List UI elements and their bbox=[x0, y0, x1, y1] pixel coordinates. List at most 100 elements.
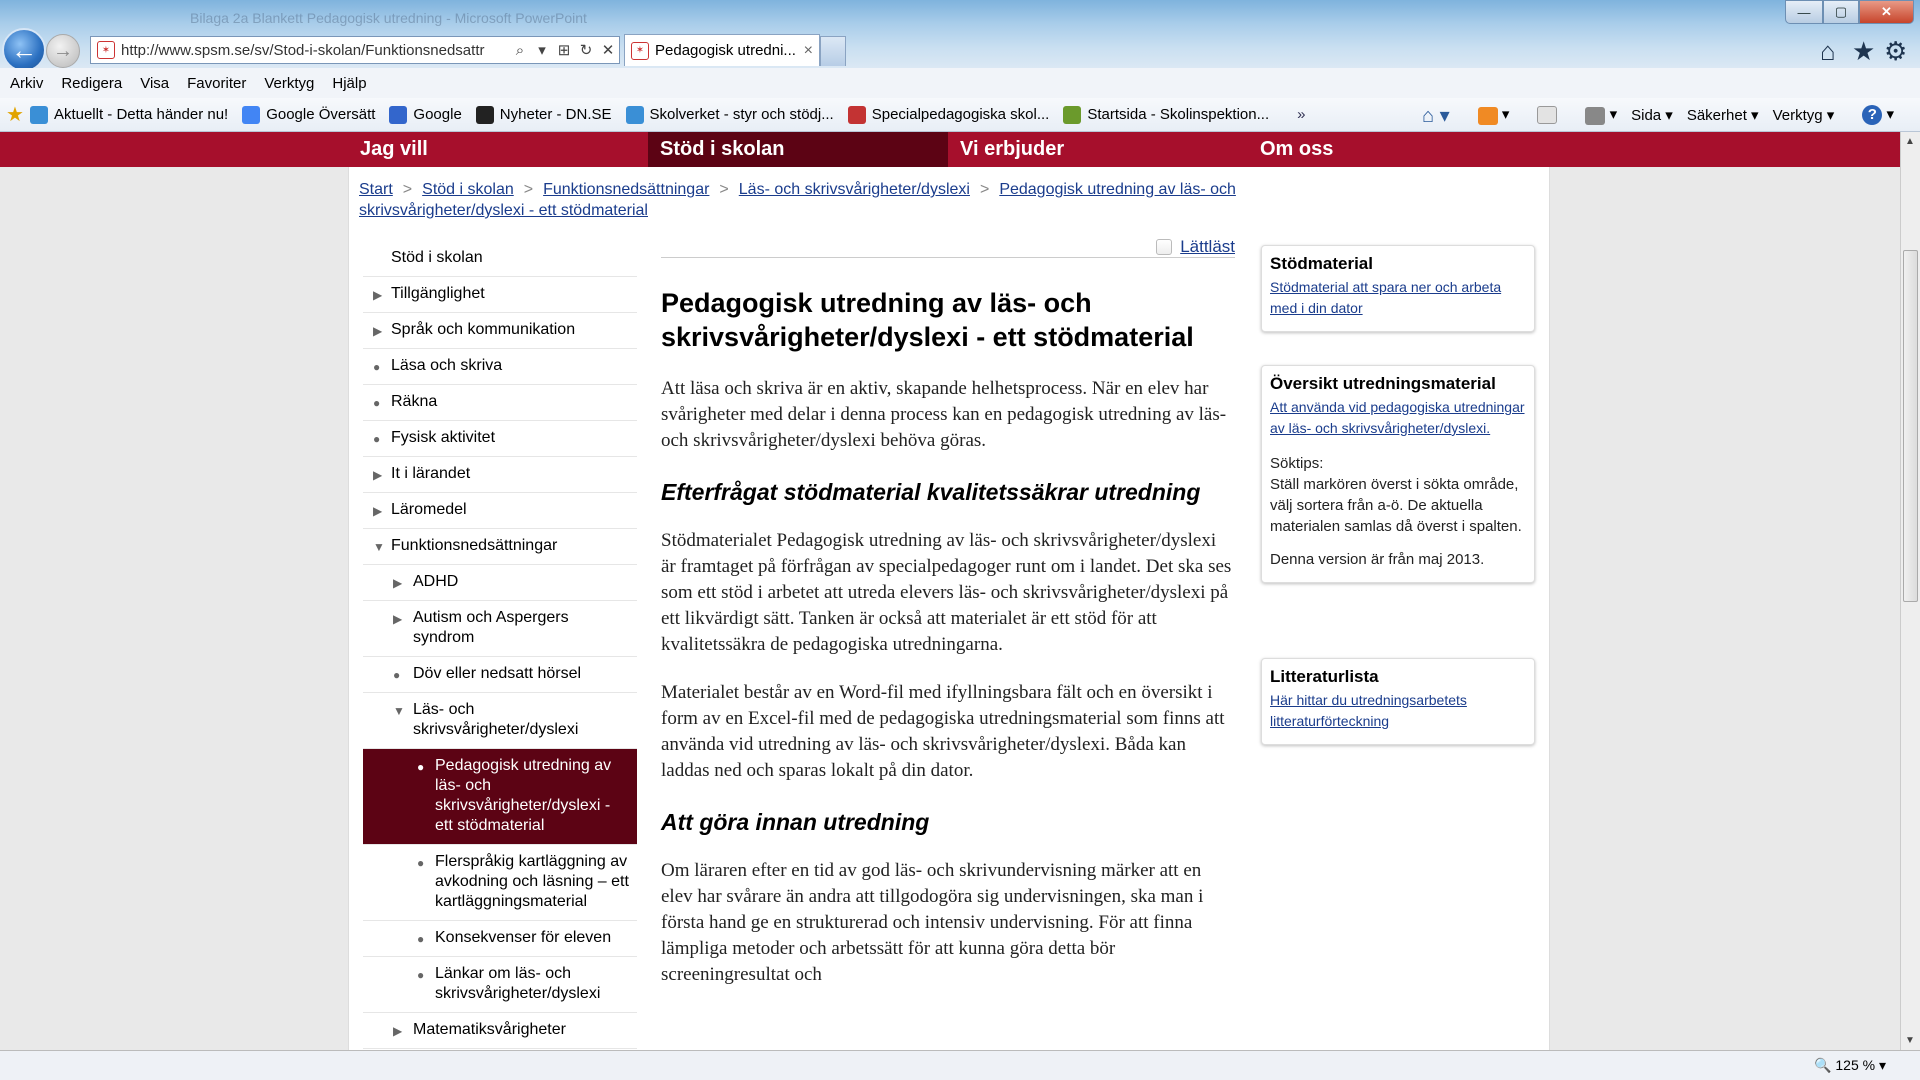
page-body: Start > Stöd i skolan > Funktionsnedsättning… bbox=[348, 167, 1550, 1050]
section-nav-item[interactable]: ▶ Tillgänglighet bbox=[363, 277, 637, 313]
tab-close-icon[interactable]: × bbox=[804, 42, 813, 60]
favorites-star-icon[interactable]: ★ bbox=[6, 102, 24, 127]
safety-menu[interactable]: Säkerhet ▾ bbox=[1687, 106, 1759, 124]
menu-hjalp[interactable]: Hjälp bbox=[322, 75, 374, 92]
section-nav-item[interactable]: ▶ Matematiksvårigheter bbox=[363, 1013, 637, 1049]
section-nav-item[interactable]: Stöd i skolan bbox=[363, 241, 637, 277]
collapsed-arrow-icon: ▶ bbox=[373, 504, 383, 518]
easy-read-link[interactable]: Lättläst bbox=[1180, 237, 1235, 257]
section-heading: Att göra innan utredning bbox=[661, 809, 930, 835]
nav-tab-stod-i-skolan[interactable]: Stöd i skolan bbox=[648, 132, 948, 167]
litteratur-link[interactable]: Här hittar du utredningsarbetets littera… bbox=[1270, 690, 1526, 732]
stodmaterial-box: Stödmaterial Stödmaterial att spara ner … bbox=[1261, 245, 1535, 332]
back-button[interactable]: ← bbox=[2, 28, 46, 72]
vertical-scrollbar[interactable]: ▲ ▼ bbox=[1900, 132, 1920, 1050]
nav-tab-vi-erbjuder[interactable]: Vi erbjuder bbox=[948, 132, 1248, 167]
nav-tab-jag-vill[interactable]: Jag vill bbox=[348, 132, 648, 167]
section-nav-item[interactable]: ● Räkna bbox=[363, 385, 637, 421]
stop-icon[interactable]: ✕ bbox=[597, 41, 619, 59]
scroll-up-icon[interactable]: ▲ bbox=[1905, 136, 1915, 147]
bullet-icon: ● bbox=[373, 432, 381, 446]
favorite-link[interactable]: Google bbox=[389, 105, 462, 124]
scroll-down-icon[interactable]: ▼ bbox=[1905, 1035, 1915, 1046]
collapsed-arrow-icon: ▶ bbox=[393, 576, 403, 590]
zoom-level[interactable]: 🔍 125 % ▾ bbox=[1814, 1057, 1886, 1074]
minimize-button[interactable]: — bbox=[1785, 0, 1823, 24]
section-nav-item[interactable]: ● Pedagogisk utredning av läs- och skrivs… bbox=[363, 749, 637, 845]
section-nav-item[interactable]: ▼ Läs- och skrivsvårigheter/dyslexi bbox=[363, 693, 637, 749]
easy-read-checkbox[interactable] bbox=[1156, 239, 1173, 255]
section-nav-item[interactable]: ▶ Autism och Aspergers syndrom bbox=[363, 601, 637, 657]
menu-favoriter[interactable]: Favoriter bbox=[177, 75, 254, 92]
browser-tab-active[interactable]: ✶ Pedagogisk utredni... × bbox=[624, 34, 820, 66]
breadcrumb-separator: > bbox=[719, 181, 729, 198]
rss-feed-icon[interactable]: ▾ bbox=[1464, 105, 1509, 125]
page-menu[interactable]: Sida ▾ bbox=[1631, 106, 1673, 124]
forward-button[interactable]: → bbox=[46, 34, 80, 68]
maximize-button[interactable]: ▢ bbox=[1823, 0, 1859, 24]
favorite-link[interactable]: Nyheter - DN.SE bbox=[475, 105, 612, 124]
search-icon[interactable]: ⌕ bbox=[509, 42, 531, 59]
section-nav-label: Fysisk aktivitet bbox=[391, 429, 496, 446]
section-nav-item[interactable]: ▶ Läromedel bbox=[363, 493, 637, 529]
oversikt-link[interactable]: Att använda vid pedagogiska utredningar … bbox=[1270, 397, 1526, 439]
breadcrumb-funktionsnedsattningar[interactable]: Funktionsnedsättningar bbox=[543, 181, 709, 198]
section-nav-item[interactable]: ▶ Språk och kommunikation bbox=[363, 313, 637, 349]
home-icon[interactable]: ⌂ bbox=[1820, 36, 1836, 67]
menu-visa[interactable]: Visa bbox=[130, 75, 177, 92]
dropdown-icon[interactable]: ▾ bbox=[531, 41, 553, 59]
section-nav-label: Funktionsnedsättningar bbox=[391, 537, 558, 554]
section-nav-item[interactable]: ● Konsekvenser för eleven bbox=[363, 921, 637, 957]
favorite-site-icon bbox=[625, 105, 644, 124]
section-nav-item[interactable]: ● Fysisk aktivitet bbox=[363, 421, 637, 457]
section-nav-item[interactable]: ● Länkar om läs- och skrivsvårigheter/dys… bbox=[363, 957, 637, 1013]
section-nav-item[interactable]: ▼ Funktionsnedsättningar bbox=[363, 529, 637, 565]
bullet-icon: ● bbox=[417, 856, 425, 870]
favorite-link[interactable]: Specialpedagogiska skol... bbox=[847, 105, 1049, 124]
section-nav-item[interactable]: ● Läsa och skriva bbox=[363, 349, 637, 385]
favorite-label: Aktuellt - Detta händer nu! bbox=[53, 106, 229, 123]
mail-icon[interactable] bbox=[1523, 106, 1558, 125]
help-icon[interactable]: ? ▾ bbox=[1848, 105, 1894, 125]
section-nav-item[interactable]: ● Flerspråkig kartläggning av avkodning o… bbox=[363, 845, 637, 921]
box-title: Litteraturlista bbox=[1270, 667, 1379, 686]
nav-tab-om-oss[interactable]: Om oss bbox=[1248, 132, 1548, 167]
scrollbar-thumb[interactable] bbox=[1903, 250, 1918, 602]
section-nav-label: Länkar om läs- och skrivsvårigheter/dysl… bbox=[435, 965, 601, 1002]
section-nav-item[interactable]: ▶ ADHD bbox=[363, 565, 637, 601]
breadcrumb-stod-i-skolan[interactable]: Stöd i skolan bbox=[422, 181, 514, 198]
new-tab-button[interactable] bbox=[820, 36, 846, 66]
easy-read-toggle[interactable]: Lättläst bbox=[1156, 237, 1235, 257]
refresh-icon[interactable]: ↻ bbox=[575, 41, 597, 59]
menu-verktyg[interactable]: Verktyg bbox=[254, 75, 322, 92]
url-text[interactable]: http://www.spsm.se/sv/Stod-i-skolan/Funk… bbox=[121, 42, 509, 59]
stodmaterial-link[interactable]: Stödmaterial att spara ner och arbeta me… bbox=[1270, 277, 1526, 319]
home-icon[interactable]: ⌂ ▾ bbox=[1422, 103, 1450, 128]
address-bar[interactable]: ✶ http://www.spsm.se/sv/Stod-i-skolan/Fu… bbox=[90, 36, 620, 64]
gear-icon[interactable]: ⚙ bbox=[1884, 36, 1907, 67]
breadcrumb-las-och-skriv[interactable]: Läs- och skrivsvårigheter/dyslexi bbox=[739, 181, 970, 198]
close-window-button[interactable]: ✕ bbox=[1859, 0, 1914, 24]
menu-arkiv[interactable]: Arkiv bbox=[0, 75, 51, 92]
favorite-site-icon bbox=[389, 105, 408, 124]
bullet-icon: ● bbox=[417, 932, 425, 946]
favorite-link[interactable]: Startsida - Skolinspektion... bbox=[1063, 105, 1269, 124]
favorite-link[interactable]: Aktuellt - Detta händer nu! bbox=[29, 105, 229, 124]
tools-menu[interactable]: Verktyg ▾ bbox=[1773, 106, 1835, 124]
bullet-icon: ● bbox=[373, 396, 381, 410]
favorites-overflow-icon[interactable]: » bbox=[1297, 106, 1305, 123]
section-heading: Efterfrågat stödmaterial kvalitetssäkrar… bbox=[661, 479, 1201, 505]
section-nav-label: Döv eller nedsatt hörsel bbox=[413, 665, 582, 682]
favorites-star-icon[interactable]: ★ bbox=[1852, 36, 1875, 67]
section-nav-item[interactable]: ▶ It i lärandet bbox=[363, 457, 637, 493]
print-icon[interactable]: ▾ bbox=[1571, 105, 1617, 125]
zoom-value: 125 % bbox=[1835, 1057, 1876, 1073]
favorite-link[interactable]: Google Översätt bbox=[242, 105, 375, 124]
section-nav-item[interactable]: ● Döv eller nedsatt hörsel bbox=[363, 657, 637, 693]
breadcrumb: Start > Stöd i skolan > Funktionsnedsättning… bbox=[359, 179, 1259, 221]
compatibility-view-icon[interactable]: ⊞ bbox=[553, 41, 575, 59]
breadcrumb-start[interactable]: Start bbox=[359, 181, 393, 198]
arrow-right-icon: → bbox=[53, 39, 73, 62]
menu-redigera[interactable]: Redigera bbox=[51, 75, 130, 92]
favorite-link[interactable]: Skolverket - styr och stödj... bbox=[625, 105, 834, 124]
